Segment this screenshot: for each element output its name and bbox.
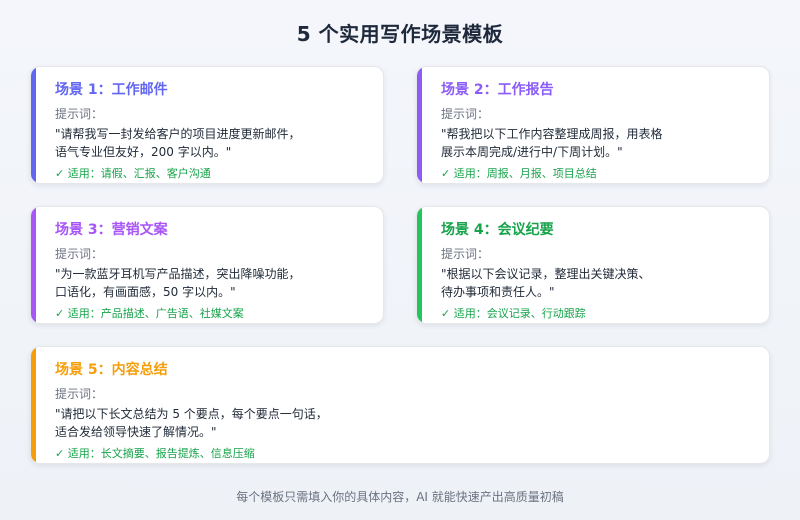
accent-bar: [417, 207, 422, 323]
prompt-text-line-2: 适合发给领导快速了解情况。": [55, 425, 217, 439]
accent-bar: [31, 207, 36, 323]
usage-note: ✓ 适用：会议记录、行动跟踪: [441, 307, 586, 320]
prompt-text-line-1: "根据以下会议记录，整理出关键决策、: [441, 267, 651, 281]
prompt-label: 提示词：: [441, 107, 490, 121]
prompt-label: 提示词：: [55, 107, 104, 121]
page-title: 5 个实用写作场景模板: [296, 22, 504, 46]
prompt-label: 提示词：: [55, 247, 104, 261]
prompt-text-line-1: "帮我把以下工作内容整理成周报，用表格: [441, 127, 663, 141]
scenario-card-marketing: 场景 3：营销文案 提示词： "为一款蓝牙耳机写产品描述，突出降噪功能， 口语化…: [30, 206, 384, 324]
accent-bar: [31, 347, 36, 463]
usage-note: ✓ 适用：长文摘要、报告提炼、信息压缩: [55, 447, 255, 460]
card-title: 场景 4：会议纪要: [441, 222, 554, 238]
prompt-label: 提示词：: [441, 247, 490, 261]
scenario-card-report: 场景 2：工作报告 提示词： "帮我把以下工作内容整理成周报，用表格 展示本周完…: [416, 66, 770, 184]
card-title: 场景 5：内容总结: [55, 362, 168, 378]
prompt-text-line-1: "请把以下长文总结为 5 个要点，每个要点一句话，: [55, 407, 328, 421]
card-title: 场景 3：营销文案: [55, 222, 168, 238]
accent-bar: [417, 67, 422, 183]
usage-note: ✓ 适用：请假、汇报、客户沟通: [55, 167, 211, 180]
prompt-label: 提示词：: [55, 387, 104, 401]
usage-note: ✓ 适用：周报、月报、项目总结: [441, 167, 597, 180]
scenario-card-email: 场景 1：工作邮件 提示词： "请帮我写一封发给客户的项目进度更新邮件， 语气专…: [30, 66, 384, 184]
card-title: 场景 1：工作邮件: [55, 82, 168, 98]
scenario-card-meeting: 场景 4：会议纪要 提示词： "根据以下会议记录，整理出关键决策、 待办事项和责…: [416, 206, 770, 324]
card-title: 场景 2：工作报告: [441, 82, 554, 98]
prompt-text-line-2: 展示本周完成/进行中/下周计划。": [441, 145, 623, 159]
prompt-text-line-1: "为一款蓝牙耳机写产品描述，突出降噪功能，: [55, 267, 301, 281]
prompt-text-line-2: 待办事项和责任人。": [441, 285, 555, 299]
usage-note: ✓ 适用：产品描述、广告语、社媒文案: [55, 307, 244, 320]
footer-note: 每个模板只需填入你的具体内容，AI 就能快速产出高质量初稿: [236, 490, 564, 504]
accent-bar: [31, 67, 36, 183]
prompt-text-line-1: "请帮我写一封发给客户的项目进度更新邮件，: [55, 127, 301, 141]
prompt-text-line-2: 口语化，有画面感，50 字以内。": [55, 285, 236, 299]
prompt-text-line-2: 语气专业但友好，200 字以内。": [55, 145, 232, 159]
scenario-card-summary: 场景 5：内容总结 提示词： "请把以下长文总结为 5 个要点，每个要点一句话，…: [30, 346, 770, 464]
